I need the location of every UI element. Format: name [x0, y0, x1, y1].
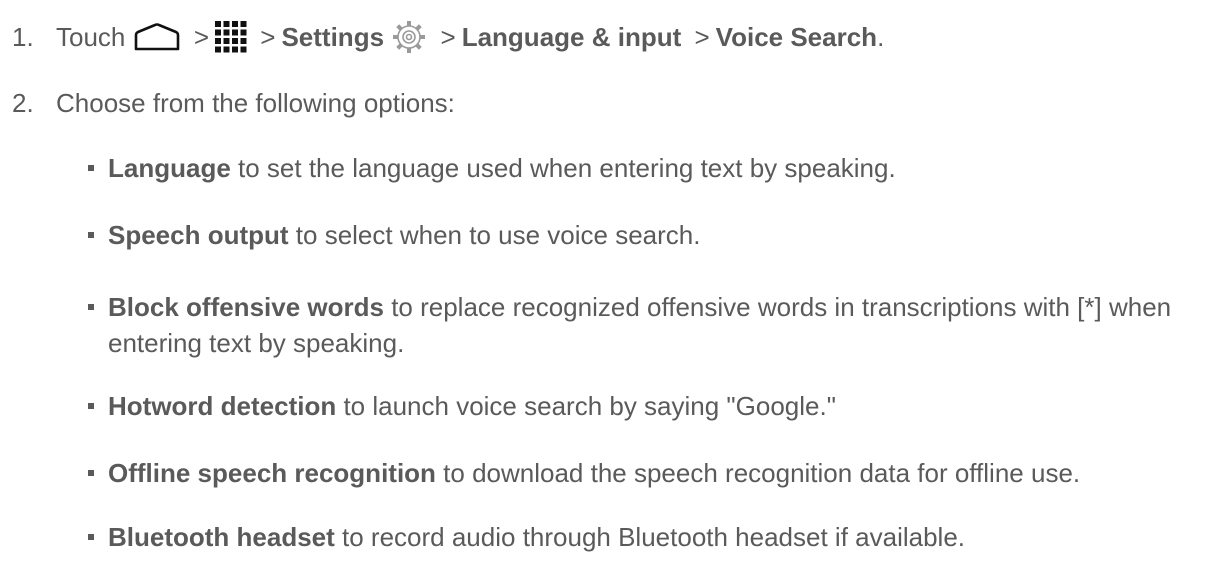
gear-icon [391, 19, 427, 55]
separator: > [260, 21, 276, 52]
option-description: to set the language used when entering t… [230, 153, 896, 183]
option-description: to record audio through Bluetooth headse… [334, 522, 966, 552]
period: . [877, 21, 885, 52]
option-offline-speech-recognition: Offline speech recognition to download t… [88, 458, 1198, 488]
option-title: Hotword detection [108, 391, 337, 421]
option-hotword-detection: Hotword detection to launch voice search… [88, 391, 1198, 421]
separator: > [694, 21, 710, 52]
option-title: Offline speech recognition [108, 458, 436, 488]
bullet [88, 403, 94, 409]
step-1: 1. Touch > > Settings > Language & input… [12, 21, 884, 57]
option-speech-output: Speech output to select when to use voic… [88, 220, 1198, 250]
option-title: Bluetooth headset [108, 522, 335, 552]
bullet [88, 232, 94, 238]
bullet [88, 534, 94, 540]
voice-search-label: Voice Search [715, 21, 878, 52]
option-bluetooth-headset: Bluetooth headset to record audio throug… [88, 522, 1198, 552]
option-language: Language to set the language used when e… [88, 153, 1198, 183]
option-title: Speech output [108, 220, 289, 250]
step-text: Choose from the following options: [56, 88, 455, 118]
option-title: Block offensive words [108, 292, 384, 322]
apps-icon [215, 21, 247, 53]
step-number: 1. [12, 21, 34, 52]
option-title: Language [108, 153, 231, 183]
bullet [88, 304, 94, 310]
settings-label: Settings [281, 21, 385, 52]
separator: > [440, 21, 456, 52]
touch-text: Touch [56, 21, 126, 52]
option-description: to download the speech recognition data … [435, 458, 1081, 488]
separator: > [193, 21, 210, 52]
bullet [88, 470, 94, 476]
option-description: to select when to use voice search. [288, 220, 701, 250]
option-block-offensive-words: Block offensive words to replace recogni… [88, 289, 1198, 361]
option-description: to launch voice search by saying "Google… [336, 391, 836, 421]
home-icon [133, 23, 181, 51]
step-number: 2. [12, 88, 34, 118]
bullet [88, 165, 94, 171]
language-input-label: Language & input [461, 21, 682, 52]
step-2: 2. Choose from the following options: [12, 88, 455, 118]
